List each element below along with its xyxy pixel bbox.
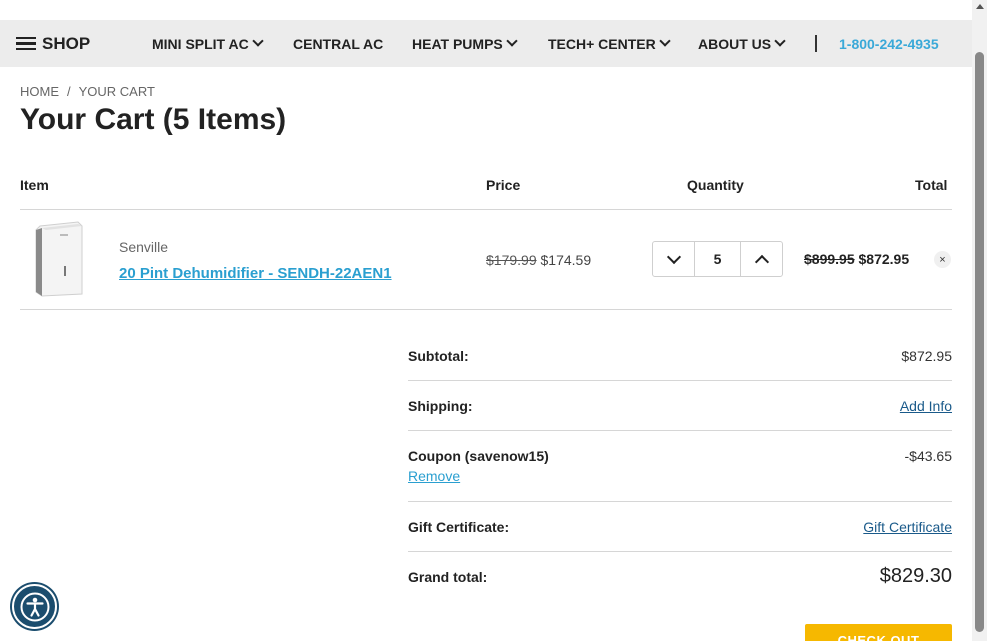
- gift-certificate-label: Gift Certificate:: [408, 519, 510, 535]
- quantity-increase-button[interactable]: [741, 242, 782, 276]
- column-header-price: Price: [486, 177, 521, 193]
- nav-item-about-us[interactable]: ABOUT US: [698, 20, 786, 67]
- quantity-input[interactable]: 5: [694, 242, 741, 276]
- nav-item-central-ac[interactable]: CENTRAL AC: [293, 20, 383, 67]
- summary-divider: [408, 380, 952, 381]
- quantity-decrease-button[interactable]: [653, 242, 694, 276]
- coupon-value: -$43.65: [904, 448, 952, 464]
- remove-item-button[interactable]: ×: [934, 251, 951, 268]
- scrollbar-thumb[interactable]: [975, 52, 984, 632]
- scroll-up-icon[interactable]: [976, 4, 984, 9]
- sale-unit-price: $174.59: [540, 252, 592, 268]
- hamburger-icon: [16, 36, 36, 51]
- product-name-link[interactable]: 20 Pint Dehumidifier - SENDH-22AEN1: [119, 265, 392, 282]
- shop-menu-button[interactable]: SHOP: [16, 20, 90, 67]
- top-strip: [0, 0, 972, 20]
- breadcrumb-home[interactable]: HOME: [20, 84, 59, 99]
- grand-total-label: Grand total:: [408, 569, 488, 585]
- unit-price: $179.99 $174.59: [486, 252, 591, 268]
- page-title: Your Cart (5 Items): [20, 103, 287, 136]
- nav-item-label: CENTRAL AC: [293, 35, 384, 52]
- original-line-total: $899.95: [804, 251, 855, 267]
- gift-certificate-link[interactable]: Gift Certificate: [863, 519, 952, 535]
- summary-divider: [408, 501, 952, 502]
- summary-divider: [408, 430, 952, 431]
- nav-divider: [815, 35, 817, 52]
- table-divider: [20, 309, 952, 310]
- breadcrumb-separator: /: [67, 84, 71, 99]
- subtotal-value: $872.95: [901, 348, 952, 364]
- nav-item-heat-pumps[interactable]: HEAT PUMPS: [412, 20, 518, 67]
- breadcrumb-current: YOUR CART: [78, 84, 155, 99]
- product-brand: Senville: [119, 239, 169, 255]
- nav-item-tech-center[interactable]: TECH+ CENTER: [548, 20, 671, 67]
- nav-item-mini-split-ac[interactable]: MINI SPLIT AC: [152, 20, 264, 67]
- nav-item-label: MINI SPLIT AC: [152, 35, 249, 52]
- shipping-label: Shipping:: [408, 398, 473, 414]
- subtotal-label: Subtotal:: [408, 348, 469, 364]
- chevron-down-icon: [659, 35, 671, 47]
- checkout-button[interactable]: CHECK OUT: [805, 624, 952, 641]
- accessibility-icon: [20, 592, 49, 621]
- line-total: $899.95 $872.95: [804, 251, 909, 267]
- quantity-stepper: 5: [652, 241, 783, 277]
- phone-link[interactable]: 1-800-242-4935: [839, 20, 939, 67]
- nav-item-label: ABOUT US: [698, 35, 772, 52]
- summary-divider: [408, 551, 952, 552]
- main-nav: SHOP MINI SPLIT AC CENTRAL AC HEAT PUMPS…: [0, 20, 972, 67]
- original-unit-price: $179.99: [486, 252, 537, 268]
- chevron-down-icon: [774, 35, 786, 47]
- nav-item-label: HEAT PUMPS: [412, 35, 503, 52]
- shop-label: SHOP: [42, 33, 91, 53]
- product-image[interactable]: [30, 220, 86, 298]
- scrollbar[interactable]: [972, 0, 987, 641]
- chevron-down-icon: [506, 35, 518, 47]
- close-icon: ×: [939, 253, 946, 266]
- coupon-label: Coupon (savenow15): [408, 448, 549, 464]
- breadcrumb: HOME / YOUR CART: [20, 84, 155, 99]
- table-divider: [20, 209, 952, 210]
- chevron-up-icon: [754, 254, 769, 269]
- shipping-add-info-link[interactable]: Add Info: [900, 398, 952, 414]
- accessibility-button[interactable]: [12, 584, 57, 629]
- nav-item-label: TECH+ CENTER: [548, 35, 656, 52]
- column-header-quantity: Quantity: [687, 177, 744, 193]
- column-header-total: Total: [915, 177, 948, 193]
- column-header-item: Item: [20, 177, 49, 193]
- chevron-down-icon: [252, 35, 264, 47]
- grand-total-value: $829.30: [879, 565, 952, 587]
- coupon-remove-link[interactable]: Remove: [408, 468, 460, 484]
- sale-line-total: $872.95: [858, 251, 910, 267]
- chevron-down-icon: [666, 249, 681, 264]
